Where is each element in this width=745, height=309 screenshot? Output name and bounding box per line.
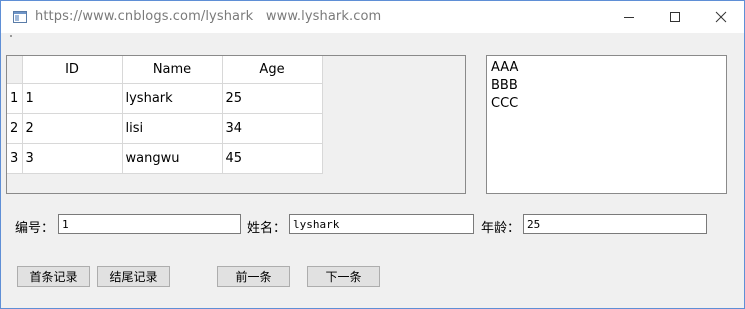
item-list-view[interactable]: AAA BBB CCC [486, 55, 727, 194]
list-item[interactable]: AAA [491, 59, 726, 77]
list-item[interactable]: CCC [491, 95, 726, 113]
table-cell-age[interactable]: 45 [222, 143, 323, 174]
first-record-button[interactable]: 首条记录 [17, 266, 90, 287]
table-cell-age[interactable]: 25 [222, 83, 323, 114]
column-header-age[interactable]: Age [222, 56, 323, 84]
previous-record-button[interactable]: 前一条 [217, 266, 290, 287]
list-item[interactable]: BBB [491, 77, 726, 95]
row-header[interactable]: 3 [7, 143, 23, 174]
record-table-view[interactable]: ID Name Age 1 1 lyshark 25 2 2 lisi 34 3… [6, 55, 466, 194]
table-row[interactable]: 1 1 lyshark 25 [7, 83, 323, 114]
table-cell-age[interactable]: 34 [222, 113, 323, 144]
id-field[interactable] [58, 214, 241, 234]
minimize-button[interactable] [606, 1, 652, 33]
table-cell-id[interactable]: 2 [22, 113, 123, 144]
table-cell-name[interactable]: lisi [122, 113, 223, 144]
age-label: 年龄： [481, 221, 521, 236]
column-header-id[interactable]: ID [22, 56, 123, 84]
window-title: https://www.cnblogs.com/lyshark www.lysh… [35, 9, 382, 24]
maximize-button[interactable] [652, 1, 698, 33]
next-record-button[interactable]: 下一条 [307, 266, 380, 287]
last-record-button[interactable]: 结尾记录 [97, 266, 170, 287]
table-row[interactable]: 2 2 lisi 34 [7, 113, 323, 144]
table-corner-button[interactable] [7, 56, 23, 84]
close-button[interactable] [698, 1, 744, 33]
title-bar[interactable]: https://www.cnblogs.com/lyshark www.lysh… [1, 1, 744, 33]
minimize-icon [624, 17, 634, 18]
column-header-name[interactable]: Name [122, 56, 223, 84]
name-field[interactable] [289, 214, 474, 234]
table-cell-id[interactable]: 1 [22, 83, 123, 114]
name-label: 姓名： [247, 221, 287, 236]
table-cell-name[interactable]: wangwu [122, 143, 223, 174]
table-cell-name[interactable]: lyshark [122, 83, 223, 114]
record-table[interactable]: ID Name Age 1 1 lyshark 25 2 2 lisi 34 3… [7, 56, 323, 174]
row-header[interactable]: 1 [7, 83, 23, 114]
age-field[interactable] [523, 214, 707, 234]
maximize-icon [670, 12, 680, 22]
table-cell-id[interactable]: 3 [22, 143, 123, 174]
close-icon [715, 11, 727, 23]
app-window-icon [13, 11, 27, 23]
row-header[interactable]: 2 [7, 113, 23, 144]
id-label: 编号： [15, 221, 55, 236]
table-row[interactable]: 3 3 wangwu 45 [7, 143, 323, 174]
status-dot [10, 35, 12, 37]
table-header-row: ID Name Age [7, 56, 323, 84]
main-window: https://www.cnblogs.com/lyshark www.lysh… [0, 0, 745, 309]
